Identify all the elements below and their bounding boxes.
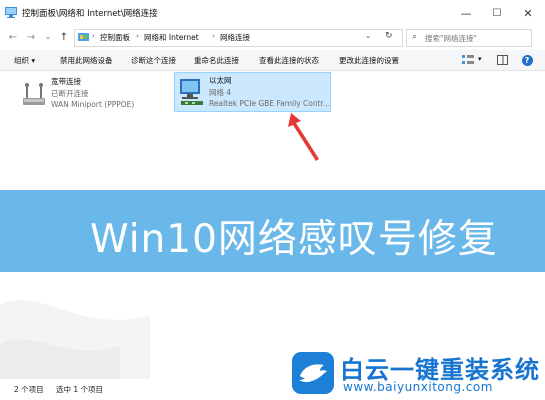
view-options-icon[interactable] xyxy=(461,53,475,67)
title-bar[interactable]: 控制面板\网络和 Internet\网络连接 — ☐ ✕ xyxy=(0,0,545,26)
connection-name: 宽带连接 xyxy=(51,77,81,86)
network-folder-icon xyxy=(5,7,17,18)
breadcrumb-control-panel[interactable]: 控制面板 xyxy=(100,32,130,43)
breadcrumb-separator: › xyxy=(136,32,139,40)
annotation-arrow-icon xyxy=(288,113,319,161)
preview-pane-glyph xyxy=(496,55,508,65)
search-input[interactable]: 搜索"网络连接" xyxy=(425,33,477,44)
navigation-bar: ← → ⌄ ↑ › 控制面板 › 网络和 Internet › 网络连接 ⌄ ↻… xyxy=(0,26,545,48)
breadcrumb-network-internet[interactable]: 网络和 Internet xyxy=(144,32,199,43)
title-banner: Win10网络感叹号修复 xyxy=(0,190,545,272)
organize-menu[interactable]: 组织 ▾ xyxy=(14,55,35,66)
bird-glyph xyxy=(299,364,327,383)
selected-count: 选中 1 个项目 xyxy=(56,385,104,394)
breadcrumb-separator: › xyxy=(212,32,215,40)
refresh-icon[interactable]: ↻ xyxy=(385,31,393,41)
watermark-logo: 白云一键重装系统 www.baiyunxitong.com xyxy=(287,349,545,400)
breadcrumb-network-connections[interactable]: 网络连接 xyxy=(220,32,250,43)
view-options-caret[interactable]: ▾ xyxy=(478,55,482,63)
connection-status: 已断开连接 xyxy=(51,89,89,98)
up-arrow-icon[interactable]: ↑ xyxy=(57,30,71,44)
connection-item-ethernet[interactable]: 以太网 网络 4 Realtek PCIe GBE Family Contr..… xyxy=(174,72,331,112)
connection-name: 以太网 xyxy=(209,76,232,85)
background-decoration xyxy=(0,300,150,379)
bird-logo-icon xyxy=(292,352,334,394)
command-toolbar: 组织 ▾ 禁用此网络设备 诊断这个连接 重命名此连接 查看此连接的状态 更改此连… xyxy=(0,50,545,71)
help-button[interactable]: ? xyxy=(521,53,533,67)
search-icon: ⌕ xyxy=(412,32,418,42)
preview-pane-icon[interactable] xyxy=(496,53,508,67)
connection-device: Realtek PCIe GBE Family Contr... xyxy=(209,99,331,108)
network-connections-window: 控制面板\网络和 Internet\网络连接 — ☐ ✕ ← → ⌄ ↑ › 控… xyxy=(0,0,545,400)
control-panel-icon xyxy=(78,33,89,41)
connection-device: WAN Miniport (PPPOE) xyxy=(51,100,135,109)
address-bar[interactable]: › 控制面板 › 网络和 Internet › 网络连接 ⌄ ↻ xyxy=(74,29,403,47)
view-grid-icon xyxy=(462,55,474,64)
search-box[interactable]: ⌕ 搜索"网络连接" xyxy=(406,29,532,47)
close-button[interactable]: ✕ xyxy=(512,0,544,26)
address-dropdown-icon[interactable]: ⌄ xyxy=(365,31,371,40)
brand-url: www.baiyunxitong.com xyxy=(343,380,493,394)
rename-connection-button[interactable]: 重命名此连接 xyxy=(194,55,239,66)
connection-status: 网络 4 xyxy=(209,88,232,97)
change-settings-button[interactable]: 更改此连接的设置 xyxy=(339,55,399,66)
breadcrumb-separator: › xyxy=(92,32,95,40)
window-title: 控制面板\网络和 Internet\网络连接 xyxy=(22,9,158,19)
ethernet-network-icon xyxy=(180,79,203,105)
broadband-modem-icon xyxy=(23,83,45,105)
help-icon: ? xyxy=(521,54,533,66)
recent-locations-icon[interactable]: ⌄ xyxy=(41,30,55,44)
back-arrow-icon[interactable]: ← xyxy=(6,30,20,44)
disable-device-button[interactable]: 禁用此网络设备 xyxy=(60,55,113,66)
forward-arrow-icon[interactable]: → xyxy=(24,30,38,44)
connection-item-broadband[interactable]: 宽带连接 已断开连接 WAN Miniport (PPPOE) xyxy=(14,75,164,111)
banner-title: Win10网络感叹号修复 xyxy=(90,217,498,262)
item-count: 2 个项目 xyxy=(14,385,44,394)
diagnose-connection-button[interactable]: 诊断这个连接 xyxy=(131,55,176,66)
maximize-button[interactable]: ☐ xyxy=(481,0,513,26)
minimize-button[interactable]: — xyxy=(450,0,482,26)
view-status-button[interactable]: 查看此连接的状态 xyxy=(259,55,319,66)
